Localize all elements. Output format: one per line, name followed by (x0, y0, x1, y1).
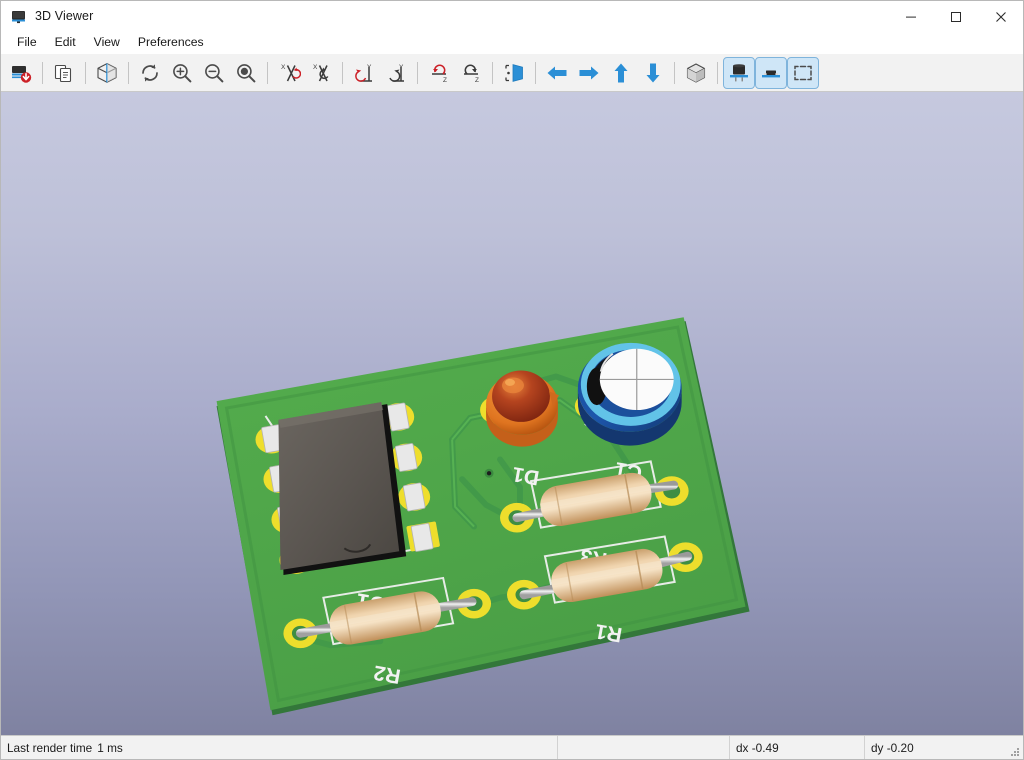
move-left-icon (545, 61, 569, 85)
zoom-in-icon (170, 61, 194, 85)
orthographic-projection-button[interactable] (680, 57, 712, 89)
rotate-z-ccw-icon: Z (427, 61, 451, 85)
rotate-x-cw-button[interactable]: X (305, 57, 337, 89)
rotate-x-cw-icon: X (309, 61, 333, 85)
status-bar: Last render time 1 ms dx -0.49 dy -0.20 (1, 735, 1023, 759)
toggle-smd-button[interactable] (755, 56, 787, 89)
resize-grip-icon[interactable] (1008, 745, 1020, 757)
close-button[interactable] (978, 1, 1023, 32)
viewer-window: 3D Viewer File Edit View Preferences X X… (0, 0, 1024, 760)
toolbar-separator (492, 61, 493, 84)
toolbar-separator (42, 61, 43, 84)
menu-item-preferences[interactable]: Preferences (130, 34, 212, 51)
title-bar-left: 3D Viewer (1, 8, 93, 25)
rotate-z-cw-icon: Z (459, 61, 483, 85)
svg-text:Z: Z (443, 77, 447, 84)
refresh-icon (138, 61, 162, 85)
minimize-button[interactable] (888, 1, 933, 32)
status-middle-cell (558, 736, 730, 759)
status-dx-cell: dx -0.49 (730, 736, 865, 759)
toolbar-separator (342, 61, 343, 84)
rotate-z-ccw-button[interactable]: Z (423, 57, 455, 89)
render-time-value: 1 ms (97, 740, 123, 755)
svg-text:X: X (313, 64, 318, 71)
move-up-icon (609, 61, 633, 85)
menu-item-file[interactable]: File (9, 34, 45, 51)
window-title: 3D Viewer (35, 9, 94, 23)
move-down-icon (641, 61, 665, 85)
zoom-in-button[interactable] (166, 57, 198, 89)
3d-viewport[interactable]: U1 D1 C1 R3 R1 R2 (1, 92, 1023, 735)
main-toolbar: X X Z Z (1, 54, 1023, 92)
svg-text:Z: Z (475, 77, 479, 84)
label-d1: D1 (510, 462, 541, 489)
zoom-out-icon (202, 61, 226, 85)
zoom-fit-icon (234, 61, 258, 85)
move-left-button[interactable] (541, 57, 573, 89)
rotate-x-ccw-button[interactable]: X (273, 57, 305, 89)
status-dy-cell: dy -0.20 (865, 736, 1023, 759)
toggle-other-components-button[interactable] (787, 56, 819, 89)
toolbar-separator (417, 61, 418, 84)
toolbar-separator (674, 61, 675, 84)
title-bar: 3D Viewer (1, 1, 1023, 32)
toolbar-separator (267, 61, 268, 84)
menu-item-view[interactable]: View (86, 34, 128, 51)
move-up-button[interactable] (605, 57, 637, 89)
orthographic-cube-icon (684, 61, 708, 85)
flip-board-button[interactable] (498, 57, 530, 89)
redraw-button[interactable] (134, 57, 166, 89)
flip-board-icon (502, 61, 526, 85)
raytracing-button[interactable] (91, 57, 123, 89)
move-right-button[interactable] (573, 57, 605, 89)
toolbar-separator (717, 61, 718, 84)
3d-scene[interactable]: U1 D1 C1 R3 R1 R2 (1, 92, 1023, 735)
rotate-y-ccw-button[interactable]: Y (348, 57, 380, 89)
monitor-icon (10, 8, 27, 25)
rotate-y-cw-icon: Y (384, 61, 408, 85)
smd-components-icon (759, 61, 783, 85)
zoom-fit-button[interactable] (230, 57, 262, 89)
component-c1 (577, 342, 682, 446)
raytracing-cube-icon (95, 61, 119, 85)
toggle-through-hole-button[interactable] (723, 56, 755, 89)
svg-text:X: X (281, 64, 286, 71)
status-render-time-cell: Last render time 1 ms (1, 736, 558, 759)
maximize-button[interactable] (933, 1, 978, 32)
menu-bar: File Edit View Preferences (1, 32, 1023, 54)
rotate-y-cw-button[interactable]: Y (380, 57, 412, 89)
toolbar-separator (85, 61, 86, 84)
move-right-icon (577, 61, 601, 85)
label-r1: R1 (593, 619, 624, 646)
menu-item-edit[interactable]: Edit (47, 34, 84, 51)
reload-board-button[interactable] (5, 57, 37, 89)
status-dy-value: dy -0.20 (871, 740, 914, 755)
toolbar-separator (535, 61, 536, 84)
through-hole-components-icon (727, 61, 751, 85)
zoom-out-button[interactable] (198, 57, 230, 89)
rotate-z-cw-button[interactable]: Z (455, 57, 487, 89)
rotate-y-ccw-icon: Y (352, 61, 376, 85)
window-controls (888, 1, 1023, 32)
copy-icon (52, 61, 76, 85)
label-r2: R2 (372, 661, 402, 688)
toolbar-separator (128, 61, 129, 84)
other-components-icon (791, 61, 815, 85)
copy-image-button[interactable] (48, 57, 80, 89)
render-time-label: Last render time (7, 740, 93, 755)
move-down-button[interactable] (637, 57, 669, 89)
rotate-x-ccw-icon: X (277, 61, 301, 85)
reload-board-icon (9, 61, 33, 85)
